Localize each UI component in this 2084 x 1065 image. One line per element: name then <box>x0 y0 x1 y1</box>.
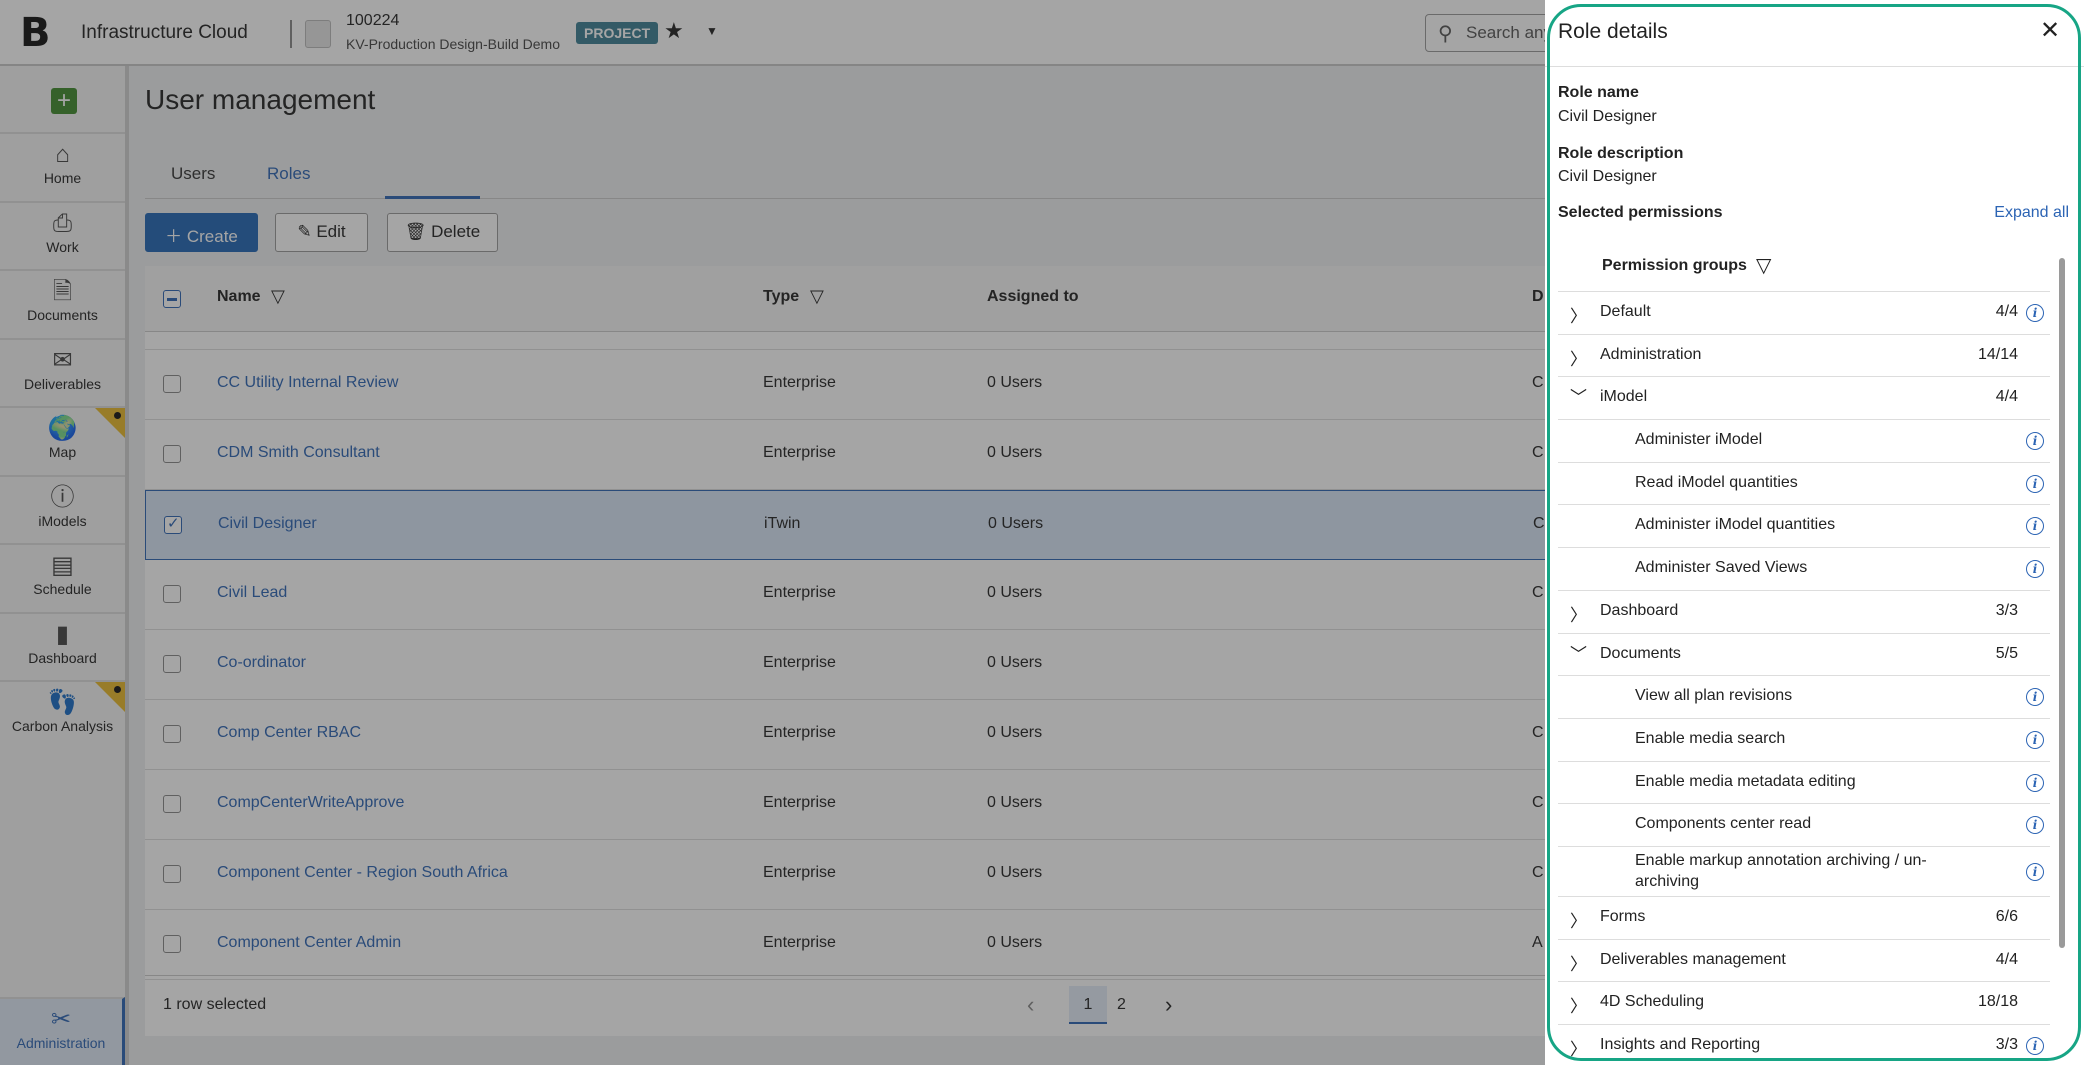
permission-group[interactable]: 〉 Dashboard 3/3 <box>1558 591 2050 634</box>
permission-list: 〉 Default 4/4 i 〉 Administration 14/14 ﹀ iModel 4… <box>1558 292 2050 1065</box>
permission-item[interactable]: Components center read i <box>1558 804 2050 847</box>
role-description-value: Civil Designer <box>1558 168 1657 185</box>
permission-item[interactable]: Administer iModel i <box>1558 420 2050 463</box>
chevron-right-icon[interactable]: 〉 <box>1570 345 1587 370</box>
permission-label: Insights and Reporting <box>1600 1036 1761 1053</box>
permission-label: Administer Saved Views <box>1635 559 1808 577</box>
permission-label: View all plan revisions <box>1635 687 1793 705</box>
selected-permissions-label: Selected permissions <box>1558 204 1723 221</box>
permission-group[interactable]: 〉 Deliverables management 4/4 <box>1558 940 2050 983</box>
permission-count: 4/4 <box>1995 950 2018 968</box>
permission-item[interactable]: Read iModel quantities i <box>1558 463 2050 506</box>
info-icon[interactable]: i <box>2026 862 2044 881</box>
info-icon[interactable]: i <box>2026 474 2044 493</box>
chevron-right-icon[interactable]: 〉 <box>1570 302 1587 327</box>
info-icon[interactable]: i <box>2026 730 2044 749</box>
permission-group[interactable]: 〉 Administration 14/14 <box>1558 335 2050 378</box>
permission-count: 14/14 <box>1977 345 2018 363</box>
role-details-panel: Role details ✕ Role name Civil Designer … <box>1545 0 2084 1065</box>
permission-group[interactable]: ﹀ Documents 5/5 <box>1558 634 2050 677</box>
permission-group[interactable]: 〉 Insights and Reporting 3/3 i <box>1558 1025 2050 1065</box>
permission-label: Enable media search <box>1635 729 1786 747</box>
permission-label: Administration <box>1600 345 1702 363</box>
chevron-down-icon[interactable]: ﹀ <box>1570 640 1587 665</box>
permission-group[interactable]: 〉 Default 4/4 i <box>1558 292 2050 335</box>
permission-label: Deliverables management <box>1600 950 1786 968</box>
info-icon[interactable]: i <box>2026 304 2044 322</box>
info-icon[interactable]: i <box>2026 432 2044 451</box>
info-icon[interactable]: i <box>2026 816 2044 835</box>
permission-group[interactable]: 〉 4D Scheduling 18/18 <box>1558 982 2050 1025</box>
chevron-down-icon[interactable]: ﹀ <box>1570 383 1587 408</box>
permission-count: 6/6 <box>1995 907 2018 925</box>
chevron-right-icon[interactable]: 〉 <box>1570 601 1587 626</box>
permission-item[interactable]: Enable media metadata editing i <box>1558 762 2050 805</box>
permission-item[interactable]: Enable markup annotation archiving / un-… <box>1558 847 2050 897</box>
permission-groups-header: Permission groups <box>1602 257 1747 274</box>
permission-group[interactable]: 〉 Forms 6/6 <box>1558 897 2050 940</box>
permission-label: Administer iModel quantities <box>1635 516 1836 534</box>
permission-count: 5/5 <box>1995 644 2018 662</box>
permission-item[interactable]: Administer iModel quantities i <box>1558 505 2050 549</box>
role-name-value: Civil Designer <box>1558 108 1657 125</box>
role-name-label: Role name <box>1558 84 1639 101</box>
permission-item[interactable]: View all plan revisions i <box>1558 676 2050 719</box>
permission-count: 4/4 <box>1995 303 2018 320</box>
panel-title: Role details <box>1558 20 1668 43</box>
permission-label: Default <box>1600 303 1651 320</box>
permission-label: Enable markup annotation archiving / un-… <box>1635 851 1927 890</box>
scrollbar[interactable] <box>2059 258 2065 948</box>
permission-label: 4D Scheduling <box>1600 993 1705 1011</box>
role-description-label: Role description <box>1558 145 1684 162</box>
close-icon[interactable]: ✕ <box>2040 16 2060 45</box>
info-icon[interactable]: i <box>2026 560 2044 579</box>
permission-label: Administer iModel <box>1635 431 1763 449</box>
permission-item[interactable]: Enable media search i <box>1558 719 2050 762</box>
chevron-right-icon[interactable]: 〉 <box>1570 1035 1587 1060</box>
permission-label: Dashboard <box>1600 601 1679 619</box>
permission-label: Documents <box>1600 644 1681 662</box>
info-icon[interactable]: i <box>2026 688 2044 707</box>
permission-label: Read iModel quantities <box>1635 473 1798 491</box>
permission-item[interactable]: Administer Saved Views i <box>1558 548 2050 591</box>
permission-count: 18/18 <box>1977 993 2018 1011</box>
info-icon[interactable]: i <box>2026 1037 2044 1055</box>
permission-group[interactable]: ﹀ iModel 4/4 <box>1558 377 2050 421</box>
permission-label: Forms <box>1600 907 1646 925</box>
divider <box>1545 66 2084 67</box>
permission-count: 3/3 <box>1995 1036 2018 1053</box>
chevron-right-icon[interactable]: 〉 <box>1570 907 1587 932</box>
permission-label: Components center read <box>1635 815 1812 833</box>
permission-count: 4/4 <box>1995 388 2018 406</box>
chevron-right-icon[interactable]: 〉 <box>1570 992 1587 1017</box>
expand-all-link[interactable]: Expand all <box>1994 204 2069 222</box>
permission-filter-icon[interactable]: ▽ <box>1756 253 1771 278</box>
permission-label: Enable media metadata editing <box>1635 772 1856 790</box>
info-icon[interactable]: i <box>2026 517 2044 536</box>
permission-label: iModel <box>1600 388 1648 406</box>
info-icon[interactable]: i <box>2026 773 2044 792</box>
permission-count: 3/3 <box>1995 601 2018 619</box>
chevron-right-icon[interactable]: 〉 <box>1570 950 1587 975</box>
